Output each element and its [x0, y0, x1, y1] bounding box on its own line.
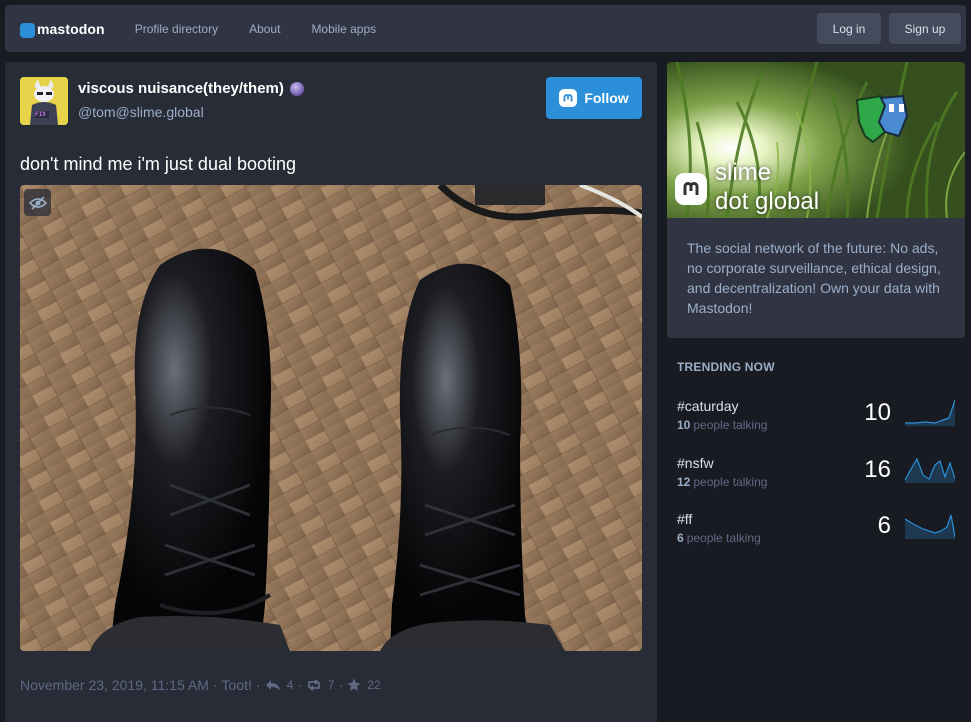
trend-people-label: people talking — [686, 531, 761, 545]
reply-icon — [265, 679, 280, 691]
trend-people-label: people talking — [693, 475, 768, 489]
server-description: The social network of the future: No ads… — [667, 218, 965, 338]
mastodon-icon — [559, 89, 578, 107]
custom-emoji-icon — [289, 81, 304, 96]
trend-item[interactable]: #caturday 10 people talking 10 — [677, 398, 955, 442]
trend-people: 12 people talking — [677, 475, 767, 489]
nav-about[interactable]: About — [249, 22, 280, 36]
status-meta: November 23, 2019, 11:15 AM · Toot! · 4 … — [20, 677, 381, 693]
trending-heading: Trending now — [677, 360, 775, 374]
trend-people: 10 people talking — [677, 418, 767, 432]
avatar[interactable]: FIX — [20, 77, 68, 125]
favourite-count-value: 22 — [367, 678, 381, 692]
trend-hashtag[interactable]: #nsfw — [677, 455, 714, 471]
eye-slash-icon — [28, 195, 47, 210]
server-hero: slime dot global — [667, 62, 965, 218]
trend-people-count: 6 — [677, 531, 684, 545]
trend-hashtag[interactable]: #ff — [677, 511, 692, 527]
display-name-row: viscous nuisance(they/them) — [78, 80, 304, 97]
status-timestamp[interactable]: November 23, 2019, 11:15 AM — [20, 677, 209, 693]
reply-count[interactable]: 4 — [265, 678, 294, 692]
mastodon-logo-icon — [675, 173, 707, 205]
trend-count: 6 — [877, 512, 891, 539]
meta-separator: · — [212, 677, 218, 693]
media-attachment[interactable] — [20, 185, 642, 651]
trend-item[interactable]: #nsfw 12 people talking 16 — [677, 455, 955, 499]
boost-count[interactable]: 7 — [306, 678, 335, 692]
nav-profile-directory[interactable]: Profile directory — [135, 22, 218, 36]
trend-people-count: 10 — [677, 418, 691, 432]
status-detail: FIX viscous nuisance(they/them) @tom@sli… — [5, 62, 657, 722]
server-name-line2: dot global — [715, 188, 820, 215]
meta-separator: · — [255, 677, 261, 693]
meta-separator: · — [297, 677, 302, 693]
hide-media-button[interactable] — [24, 189, 51, 216]
trend-hashtag[interactable]: #caturday — [677, 398, 738, 414]
retweet-icon — [308, 679, 320, 691]
brand-name: mastodon — [37, 20, 105, 37]
trend-sparkline — [905, 399, 955, 426]
display-name[interactable]: viscous nuisance(they/them) — [78, 80, 284, 97]
auth-buttons: Log in Sign up — [817, 13, 961, 44]
top-navigation: mastodon Profile directory About Mobile … — [5, 5, 966, 52]
trend-sparkline — [905, 514, 955, 539]
follow-label: Follow — [584, 90, 629, 106]
status-application[interactable]: Toot! — [222, 677, 252, 693]
account-handle[interactable]: @tom@slime.global — [78, 104, 204, 120]
follow-button[interactable]: Follow — [546, 77, 642, 119]
server-name: slime dot global — [715, 158, 819, 216]
favourite-count[interactable]: 22 — [347, 678, 381, 692]
signup-button[interactable]: Sign up — [889, 13, 961, 44]
trend-count: 10 — [864, 399, 891, 426]
trend-people-label: people talking — [693, 418, 768, 432]
mastodon-logo-icon — [20, 23, 35, 38]
boots-photo — [20, 185, 642, 651]
status-content: don't mind me i'm just dual booting — [20, 154, 297, 174]
avatar-text: FIX — [35, 111, 46, 118]
meta-separator: · — [338, 677, 344, 693]
mastodon-logo-link[interactable]: mastodon — [20, 5, 105, 52]
reply-count-value: 4 — [286, 678, 294, 692]
trend-item[interactable]: #ff 6 people talking 6 — [677, 511, 955, 555]
trend-people: 6 people talking — [677, 531, 761, 545]
login-button[interactable]: Log in — [817, 13, 881, 44]
nav-mobile-apps[interactable]: Mobile apps — [311, 22, 376, 36]
server-name-line1: slime — [715, 159, 772, 186]
trend-people-count: 12 — [677, 475, 691, 489]
boost-count-value: 7 — [327, 678, 335, 692]
star-icon — [347, 678, 361, 691]
trend-sparkline — [905, 457, 955, 483]
trend-count: 16 — [864, 456, 891, 483]
